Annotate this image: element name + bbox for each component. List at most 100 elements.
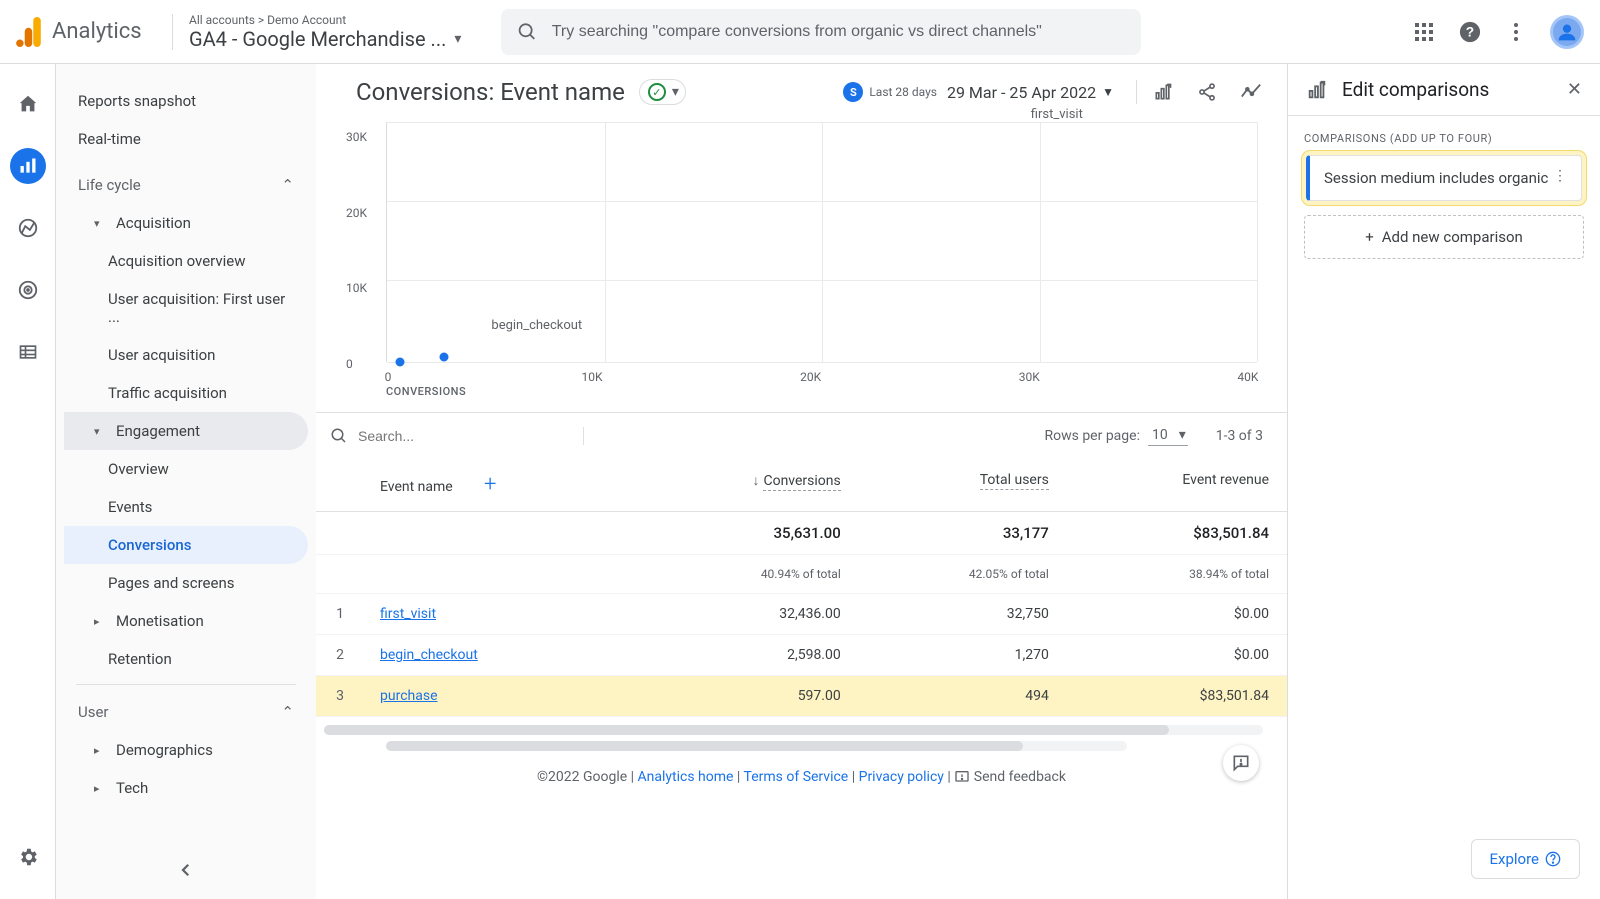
add-comparison-button[interactable]: + Add new comparison	[1304, 215, 1584, 259]
feedback-fab[interactable]	[1223, 745, 1259, 781]
sidebar-acq-traffic[interactable]: Traffic acquisition	[64, 374, 308, 412]
explore-button[interactable]: Explore	[1471, 839, 1581, 879]
collapse-sidebar-icon[interactable]	[177, 861, 195, 879]
sidebar-monetisation[interactable]: ▸Monetisation	[64, 602, 308, 640]
help-outline-icon	[1545, 851, 1561, 867]
y-tick: 0	[346, 357, 353, 371]
footer-privacy-link[interactable]: Privacy policy	[859, 769, 944, 785]
share-icon[interactable]	[1195, 80, 1219, 104]
more-vert-icon[interactable]	[1504, 20, 1528, 44]
report-content: Conversions: Event name ✓ ▾ S Last 28 da…	[316, 64, 1288, 899]
rows-pp-label: Rows per page:	[1044, 428, 1139, 444]
col-revenue[interactable]: Event revenue	[1067, 458, 1287, 512]
main-area: Conversions: Event name ✓ ▾ S Last 28 da…	[316, 64, 1600, 899]
sidebar-eng-overview[interactable]: Overview	[64, 450, 308, 488]
caret-down-icon: ▾	[94, 217, 108, 230]
table-scrollbar[interactable]	[324, 725, 1263, 735]
account-selector[interactable]: All accounts > Demo Account GA4 - Google…	[189, 13, 489, 51]
app-header: Analytics All accounts > Demo Account GA…	[0, 0, 1600, 64]
close-icon[interactable]: ✕	[1567, 79, 1582, 100]
event-link[interactable]: purchase	[380, 688, 438, 704]
table-row-highlighted[interactable]: 3 purchase 597.00 494 $83,501.84	[316, 676, 1287, 717]
footer-home-link[interactable]: Analytics home	[638, 769, 734, 785]
search-icon	[330, 427, 348, 445]
content-scrollbar[interactable]	[386, 741, 1127, 751]
x-tick: 30K	[1019, 370, 1040, 384]
search-input[interactable]	[552, 23, 1125, 41]
apps-icon[interactable]	[1412, 20, 1436, 44]
search-icon	[517, 21, 538, 43]
sidebar-user[interactable]: User⌃	[64, 693, 308, 731]
status-chip[interactable]: ✓ ▾	[639, 79, 686, 105]
account-avatar[interactable]	[1550, 15, 1584, 49]
sidebar-engagement[interactable]: ▾Engagement	[64, 412, 308, 450]
y-tick: 10K	[346, 281, 367, 295]
help-icon[interactable]: ?	[1458, 20, 1482, 44]
caret-right-icon: ▸	[94, 744, 108, 757]
caret-right-icon: ▸	[94, 782, 108, 795]
sidebar-retention[interactable]: Retention	[64, 640, 308, 678]
send-feedback[interactable]: Send feedback	[954, 769, 1066, 785]
panel-caption: COMPARISONS (ADD UP TO FOUR)	[1304, 132, 1584, 145]
header-actions: ?	[1412, 15, 1584, 49]
sidebar-eng-conversions[interactable]: Conversions	[64, 526, 308, 564]
customize-icon[interactable]	[1151, 80, 1175, 104]
date-preset-label: Last 28 days	[869, 85, 937, 99]
rail-advertising[interactable]	[10, 272, 46, 308]
chevron-up-icon: ⌃	[281, 176, 294, 194]
sidebar-acq-overview[interactable]: Acquisition overview	[64, 242, 308, 280]
data-table: Event name + ↓Conversions Total users Ev…	[316, 458, 1287, 717]
y-tick: 20K	[346, 206, 367, 220]
rail-explore[interactable]	[10, 210, 46, 246]
divider	[172, 14, 173, 50]
rail-admin[interactable]	[10, 839, 46, 875]
col-users[interactable]: Total users	[859, 458, 1067, 512]
data-point[interactable]	[396, 358, 405, 367]
x-tick: 40K	[1237, 370, 1258, 384]
sidebar-eng-events[interactable]: Events	[64, 488, 308, 526]
segment-chip[interactable]: S Last 28 days	[843, 82, 937, 102]
segment-dot-icon: S	[843, 82, 863, 102]
rows-per-page[interactable]: Rows per page: 10 ▾	[1044, 425, 1187, 446]
insights-icon[interactable]	[1239, 80, 1263, 104]
rail-configure[interactable]	[10, 334, 46, 370]
date-range-picker[interactable]: 29 Mar - 25 Apr 2022 ▼	[947, 83, 1114, 102]
reports-sidebar: Reports snapshot Real-time Life cycle⌃ ▾…	[56, 64, 316, 899]
rows-pp-select[interactable]: 10 ▾	[1148, 425, 1188, 446]
edit-comparisons-panel: Edit comparisons ✕ COMPARISONS (ADD UP T…	[1288, 64, 1600, 899]
sidebar-acq-user[interactable]: User acquisition	[64, 336, 308, 374]
report-title: Conversions: Event name	[356, 78, 625, 106]
add-dimension-icon[interactable]: +	[484, 472, 496, 497]
sidebar-demographics[interactable]: ▸Demographics	[64, 731, 308, 769]
sidebar-snapshot[interactable]: Reports snapshot	[64, 82, 308, 120]
table-search-input[interactable]	[358, 428, 538, 444]
sidebar-realtime[interactable]: Real-time	[64, 120, 308, 158]
property-name: GA4 - Google Merchandise ...	[189, 27, 446, 51]
col-conversions[interactable]: ↓Conversions	[636, 458, 859, 512]
comparison-card[interactable]: Session medium includes organic ⋮	[1306, 155, 1582, 201]
divider	[76, 684, 296, 685]
scatter-chart: 30K 20K 10K 0 beg	[316, 112, 1287, 402]
sidebar-acquisition[interactable]: ▾Acquisition	[64, 204, 308, 242]
table-row[interactable]: 2 begin_checkout 2,598.00 1,270 $0.00	[316, 635, 1287, 676]
data-point[interactable]	[439, 353, 448, 362]
rail-home[interactable]	[10, 86, 46, 122]
more-vert-icon[interactable]: ⋮	[1553, 168, 1567, 184]
footer-tos-link[interactable]: Terms of Service	[744, 769, 849, 785]
sidebar-lifecycle[interactable]: Life cycle⌃	[64, 166, 308, 204]
col-event[interactable]: Event name +	[362, 458, 636, 512]
report-header: Conversions: Event name ✓ ▾ S Last 28 da…	[316, 64, 1287, 112]
sidebar-acq-first-user[interactable]: User acquisition: First user ...	[64, 280, 308, 336]
totals-row: 35,631.00 33,177 $83,501.84	[316, 512, 1287, 555]
nav-rail	[0, 64, 56, 899]
table-search[interactable]	[324, 427, 584, 445]
event-link[interactable]: first_visit	[380, 606, 436, 622]
totals-sub-row: 40.94% of total 42.05% of total 38.94% o…	[316, 555, 1287, 594]
sidebar-eng-pages[interactable]: Pages and screens	[64, 564, 308, 602]
plus-icon: +	[1365, 228, 1374, 246]
rail-reports[interactable]	[10, 148, 46, 184]
table-row[interactable]: 1 first_visit 32,436.00 32,750 $0.00	[316, 594, 1287, 635]
search-bar[interactable]	[501, 9, 1141, 55]
event-link[interactable]: begin_checkout	[380, 647, 478, 663]
sidebar-tech[interactable]: ▸Tech	[64, 769, 308, 807]
